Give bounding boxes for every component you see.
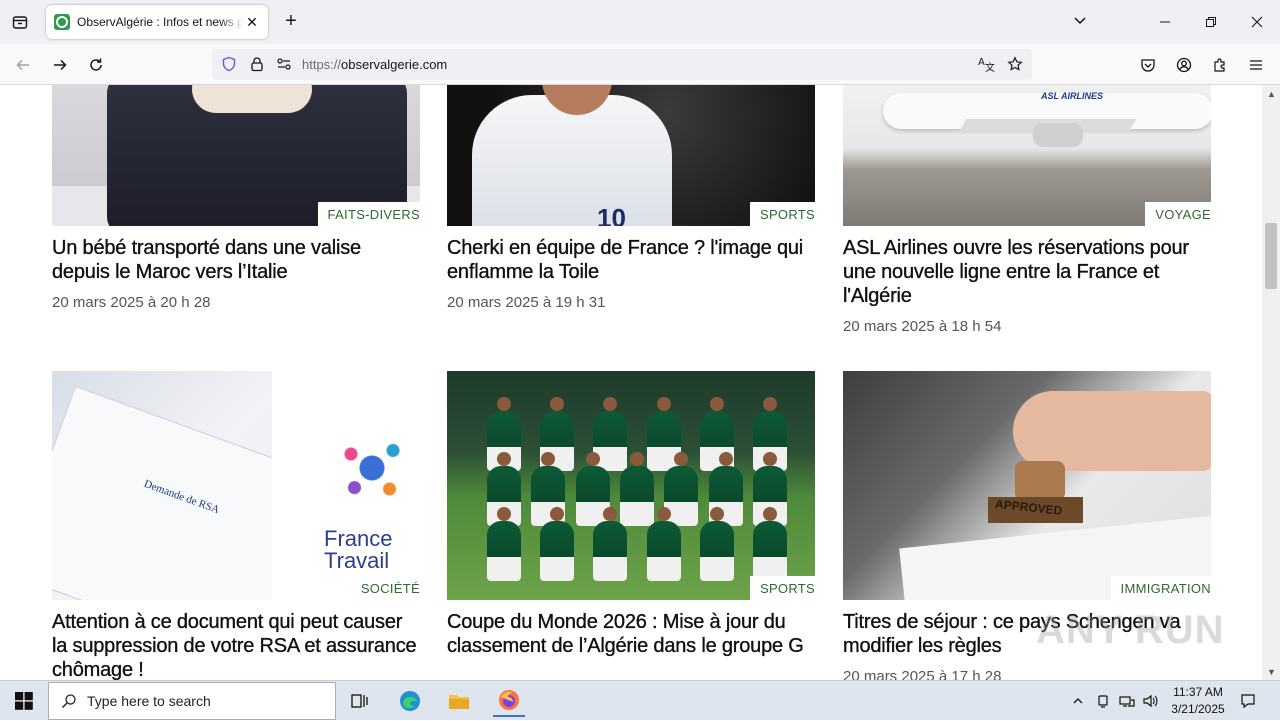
image-shirt-number: 10 bbox=[597, 203, 626, 226]
image-engine bbox=[1033, 123, 1083, 147]
article-date: 20 mars 2025 à 17 h 28 bbox=[843, 668, 1002, 680]
network-icon[interactable] bbox=[1116, 681, 1138, 721]
tray-chevron-up-icon[interactable] bbox=[1068, 681, 1088, 721]
article-image-airplane[interactable]: ASL AIRLINES VOYAGE bbox=[843, 85, 1211, 226]
article-date: 20 mars 2025 à 18 h 54 bbox=[843, 318, 1002, 335]
clock-date: 3/21/2025 bbox=[1171, 702, 1225, 716]
article-title[interactable]: Attention à ce document qui peut causer … bbox=[52, 610, 420, 680]
article-title[interactable]: ASL Airlines ouvre les réservations pour… bbox=[843, 236, 1211, 308]
search-placeholder: Type here to search bbox=[87, 693, 211, 709]
scroll-up-arrow-icon[interactable]: ▲ bbox=[1267, 89, 1276, 99]
player bbox=[619, 452, 654, 526]
france-travail-logo bbox=[337, 433, 407, 503]
player bbox=[699, 507, 734, 581]
restore-icon[interactable] bbox=[1199, 10, 1223, 34]
navigation-toolbar: https://observalgerie.com A文 bbox=[0, 44, 1280, 85]
firefox-view-icon[interactable] bbox=[8, 10, 32, 34]
windows-start-icon[interactable] bbox=[0, 681, 48, 721]
article-image-rsa-document[interactable]: Demande de RSA France Travail SOCIÉTÉ bbox=[52, 371, 420, 600]
site-favicon-icon bbox=[54, 14, 70, 30]
tab-title: ObservAlgérie : Infos et news pour la di… bbox=[77, 15, 244, 29]
article-card[interactable]: 10 SPORTS Cherki en équipe de France ? l… bbox=[447, 85, 815, 311]
close-window-icon[interactable] bbox=[1245, 10, 1269, 34]
forward-arrow-icon[interactable] bbox=[47, 52, 73, 78]
category-badge[interactable]: IMMIGRATION bbox=[1110, 576, 1211, 600]
player bbox=[646, 507, 681, 581]
bookmark-star-icon[interactable] bbox=[1006, 55, 1024, 73]
tracking-shield-icon[interactable] bbox=[220, 55, 238, 73]
back-arrow-icon[interactable] bbox=[10, 52, 36, 78]
category-badge[interactable]: SOCIÉTÉ bbox=[350, 576, 420, 600]
pocket-icon[interactable] bbox=[1135, 52, 1161, 78]
image-hand bbox=[1013, 391, 1211, 471]
file-explorer-icon[interactable] bbox=[443, 685, 475, 717]
article-image-approved-stamp[interactable]: APPROVED IMMIGRATION bbox=[843, 371, 1211, 600]
player bbox=[540, 507, 575, 581]
svg-text:A: A bbox=[978, 57, 985, 68]
image-baby bbox=[192, 85, 312, 113]
image-stamp-handle bbox=[1015, 461, 1065, 501]
category-badge[interactable]: FAITS-DIVERS bbox=[317, 202, 420, 226]
notification-icon[interactable] bbox=[1236, 681, 1260, 721]
browser-tab-active[interactable]: ObservAlgérie : Infos et news pour la di… bbox=[46, 5, 268, 39]
article-card[interactable]: ASL AIRLINES VOYAGE ASL Airlines ouvre l… bbox=[843, 85, 1211, 335]
translate-icon[interactable]: A文 bbox=[977, 55, 995, 73]
minimize-icon[interactable] bbox=[1153, 10, 1177, 34]
menu-hamburger-icon[interactable] bbox=[1243, 52, 1269, 78]
article-title[interactable]: Un bébé transporté dans une valise depui… bbox=[52, 236, 420, 284]
page-viewport: FAITS-DIVERS Un bébé transporté dans une… bbox=[0, 85, 1262, 680]
scrollbar-thumb[interactable] bbox=[1265, 223, 1277, 289]
anyrun-watermark: ANY RUN bbox=[1036, 608, 1225, 652]
taskbar-clock[interactable]: 11:37 AM 3/21/2025 bbox=[1158, 684, 1238, 718]
article-date: 20 mars 2025 à 20 h 28 bbox=[52, 294, 211, 311]
search-icon bbox=[61, 693, 77, 709]
tab-bar: ObservAlgérie : Infos et news pour la di… bbox=[0, 0, 1280, 44]
team-front-row bbox=[487, 507, 787, 581]
account-icon[interactable] bbox=[1171, 52, 1197, 78]
windows-taskbar: Type here to search 11:37 AM 3/21/2025 bbox=[0, 680, 1280, 720]
article-date: 20 mars 2025 à 19 h 31 bbox=[447, 294, 606, 311]
clock-time: 11:37 AM bbox=[1173, 685, 1223, 699]
taskbar-search-box[interactable]: Type here to search bbox=[48, 682, 336, 720]
player bbox=[593, 507, 628, 581]
scroll-down-arrow-icon[interactable]: ▼ bbox=[1267, 667, 1276, 677]
player bbox=[487, 507, 521, 581]
article-image-footballer[interactable]: 10 SPORTS bbox=[447, 85, 815, 226]
chevron-down-icon[interactable] bbox=[1072, 12, 1088, 33]
image-france-travail-text: France Travail bbox=[324, 526, 393, 573]
edge-browser-icon[interactable] bbox=[394, 685, 426, 717]
article-card[interactable]: FAITS-DIVERS Un bébé transporté dans une… bbox=[52, 85, 420, 311]
player bbox=[752, 507, 787, 581]
article-card[interactable]: SPORTS Coupe du Monde 2026 : Mise à jour… bbox=[447, 371, 815, 658]
category-badge[interactable]: VOYAGE bbox=[1145, 202, 1211, 226]
category-badge[interactable]: SPORTS bbox=[749, 202, 815, 226]
tray-device-icon[interactable] bbox=[1093, 681, 1113, 721]
page-permissions-icon[interactable] bbox=[275, 55, 293, 73]
article-title[interactable]: Cherki en équipe de France ? l'image qui… bbox=[447, 236, 815, 284]
tab-close-icon[interactable]: ✕ bbox=[244, 14, 260, 31]
category-badge[interactable]: SPORTS bbox=[749, 576, 815, 600]
lock-icon[interactable] bbox=[248, 55, 266, 73]
extensions-icon[interactable] bbox=[1207, 52, 1233, 78]
article-image-baby-suitcase[interactable]: FAITS-DIVERS bbox=[52, 85, 420, 226]
firefox-icon[interactable] bbox=[493, 685, 525, 717]
article-image-algeria-team[interactable]: SPORTS bbox=[447, 371, 815, 600]
reload-icon[interactable] bbox=[83, 52, 109, 78]
address-bar[interactable]: https://observalgerie.com A文 bbox=[212, 49, 1032, 80]
team-middle-row bbox=[487, 452, 787, 526]
page-scrollbar[interactable]: ▲ ▼ bbox=[1262, 85, 1280, 680]
article-card[interactable]: Demande de RSA France Travail SOCIÉTÉ At… bbox=[52, 371, 420, 680]
task-view-icon[interactable] bbox=[344, 685, 376, 717]
url-text: https://observalgerie.com bbox=[302, 57, 448, 72]
article-title[interactable]: Coupe du Monde 2026 : Mise à jour du cla… bbox=[447, 610, 815, 658]
new-tab-plus-icon[interactable]: + bbox=[280, 11, 302, 33]
image-airline-logo: ASL AIRLINES bbox=[1041, 91, 1104, 101]
svg-text:文: 文 bbox=[985, 61, 995, 73]
